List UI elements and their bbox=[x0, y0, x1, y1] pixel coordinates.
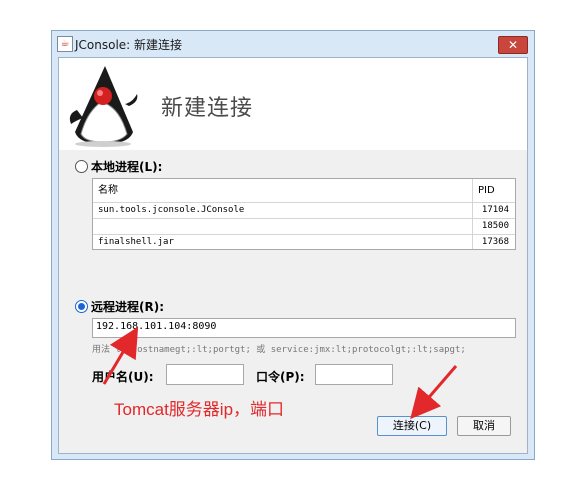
annotation-text: Tomcat服务器ip，端口 bbox=[114, 400, 285, 419]
arrow-to-address bbox=[102, 326, 139, 385]
arrow-to-connect bbox=[410, 365, 458, 420]
annotation-arrows bbox=[102, 326, 458, 420]
